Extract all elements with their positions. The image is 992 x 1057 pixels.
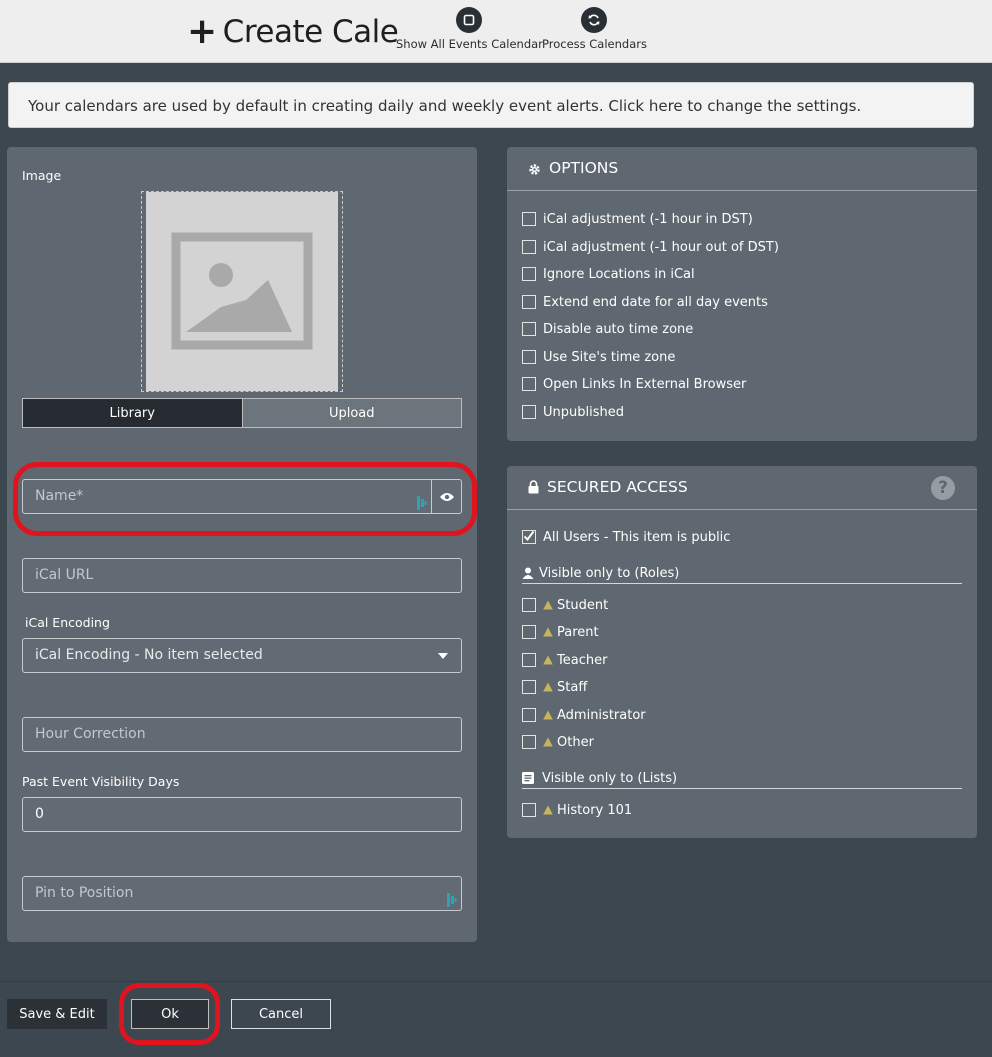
role-parent[interactable]: Parent — [522, 623, 599, 641]
checkbox[interactable] — [522, 405, 536, 419]
image-source-toggle: Library Upload — [22, 398, 462, 428]
warning-icon — [543, 627, 553, 637]
user-icon — [522, 567, 534, 579]
secured-access-header: SECURED ACCESS ? — [507, 466, 977, 510]
role-staff[interactable]: Staff — [522, 678, 587, 696]
list-history-101[interactable]: History 101 — [522, 801, 632, 819]
footer-divider — [0, 981, 992, 982]
warning-icon — [543, 737, 553, 747]
role-administrator[interactable]: Administrator — [522, 706, 646, 724]
page-title: + Create Cale — [187, 11, 399, 52]
role-teacher[interactable]: Teacher — [522, 651, 607, 669]
checkbox[interactable] — [522, 240, 536, 254]
show-all-events-calendar-button[interactable]: Show All Events Calendar — [396, 7, 543, 51]
option-ical-adjust-out-dst[interactable]: iCal adjustment (-1 hour out of DST) — [522, 238, 779, 256]
plus-icon: + — [187, 11, 217, 52]
save-edit-button[interactable]: Save & Edit — [7, 999, 107, 1029]
past-event-visibility-input[interactable]: 0 — [22, 797, 462, 832]
checkbox[interactable] — [522, 377, 536, 391]
checkbox[interactable] — [522, 708, 536, 722]
upload-tab[interactable]: Upload — [241, 399, 461, 427]
sync-icon — [581, 7, 608, 33]
pin-to-position-input[interactable]: Pin to Position — [22, 876, 462, 911]
options-header: OPTIONS — [507, 147, 977, 191]
ical-encoding-label: iCal Encoding — [25, 615, 110, 630]
ical-url-input[interactable]: iCal URL — [22, 558, 462, 593]
checkbox-checked[interactable] — [522, 530, 536, 544]
checkbox[interactable] — [522, 350, 536, 364]
chevron-down-icon — [438, 653, 448, 659]
lock-icon — [528, 479, 539, 498]
warning-icon — [543, 655, 553, 665]
checkbox[interactable] — [522, 598, 536, 612]
image-label: Image — [22, 168, 62, 183]
top-toolbar: + Create Cale Show All Events Calendar Pr… — [0, 0, 992, 63]
roles-subheading: Visible only to (Roles) — [522, 563, 962, 584]
image-dropzone[interactable] — [141, 191, 343, 392]
warning-icon — [543, 805, 553, 815]
option-ical-adjust-in-dst[interactable]: iCal adjustment (-1 hour in DST) — [522, 210, 753, 228]
checkbox[interactable] — [522, 295, 536, 309]
secured-access-title: SECURED ACCESS — [547, 478, 688, 496]
warning-icon — [543, 600, 553, 610]
square-icon — [456, 7, 483, 33]
hour-correction-input[interactable]: Hour Correction — [22, 717, 462, 752]
checkbox[interactable] — [522, 735, 536, 749]
role-student[interactable]: Student — [522, 596, 608, 614]
option-ignore-locations[interactable]: Ignore Locations in iCal — [522, 265, 695, 283]
checkbox[interactable] — [522, 322, 536, 336]
help-icon[interactable]: ? — [931, 476, 955, 500]
gear-icon — [528, 161, 541, 180]
settings-notice-link[interactable]: Your calendars are used by default in cr… — [8, 82, 974, 128]
checkbox[interactable] — [522, 267, 536, 281]
image-placeholder-icon — [146, 192, 338, 391]
lists-subheading: Visible only to (Lists) — [522, 768, 962, 789]
option-unpublished[interactable]: Unpublished — [522, 403, 624, 421]
checkbox[interactable] — [522, 212, 536, 226]
checkbox[interactable] — [522, 803, 536, 817]
secured-access-panel: SECURED ACCESS ? All Users - This item i… — [507, 466, 977, 838]
list-icon — [522, 772, 534, 784]
checkbox[interactable] — [522, 653, 536, 667]
name-field-highlight — [13, 462, 477, 536]
options-panel: OPTIONS iCal adjustment (-1 hour in DST)… — [507, 147, 977, 441]
option-disable-auto-time-zone[interactable]: Disable auto time zone — [522, 320, 693, 338]
warning-icon — [543, 710, 553, 720]
options-title: OPTIONS — [549, 159, 619, 177]
cancel-button[interactable]: Cancel — [231, 999, 331, 1029]
option-use-site-time-zone[interactable]: Use Site's time zone — [522, 348, 675, 366]
checkbox[interactable] — [522, 680, 536, 694]
process-calendars-button[interactable]: Process Calendars — [542, 7, 647, 51]
past-event-visibility-label: Past Event Visibility Days — [22, 774, 180, 789]
calendar-form-panel: Image Library Upload Name* iCal URL iCal… — [7, 147, 477, 942]
warning-icon — [543, 682, 553, 692]
option-open-links-external[interactable]: Open Links In External Browser — [522, 375, 746, 393]
option-extend-end-date[interactable]: Extend end date for all day events — [522, 293, 768, 311]
checkbox[interactable] — [522, 625, 536, 639]
ok-button-highlight — [119, 983, 220, 1045]
all-users-public-option[interactable]: All Users - This item is public — [522, 528, 730, 546]
ical-encoding-select[interactable]: iCal Encoding - No item selected — [22, 638, 462, 673]
translate-icon[interactable] — [447, 887, 457, 920]
library-tab[interactable]: Library — [23, 399, 242, 427]
role-other[interactable]: Other — [522, 733, 594, 751]
